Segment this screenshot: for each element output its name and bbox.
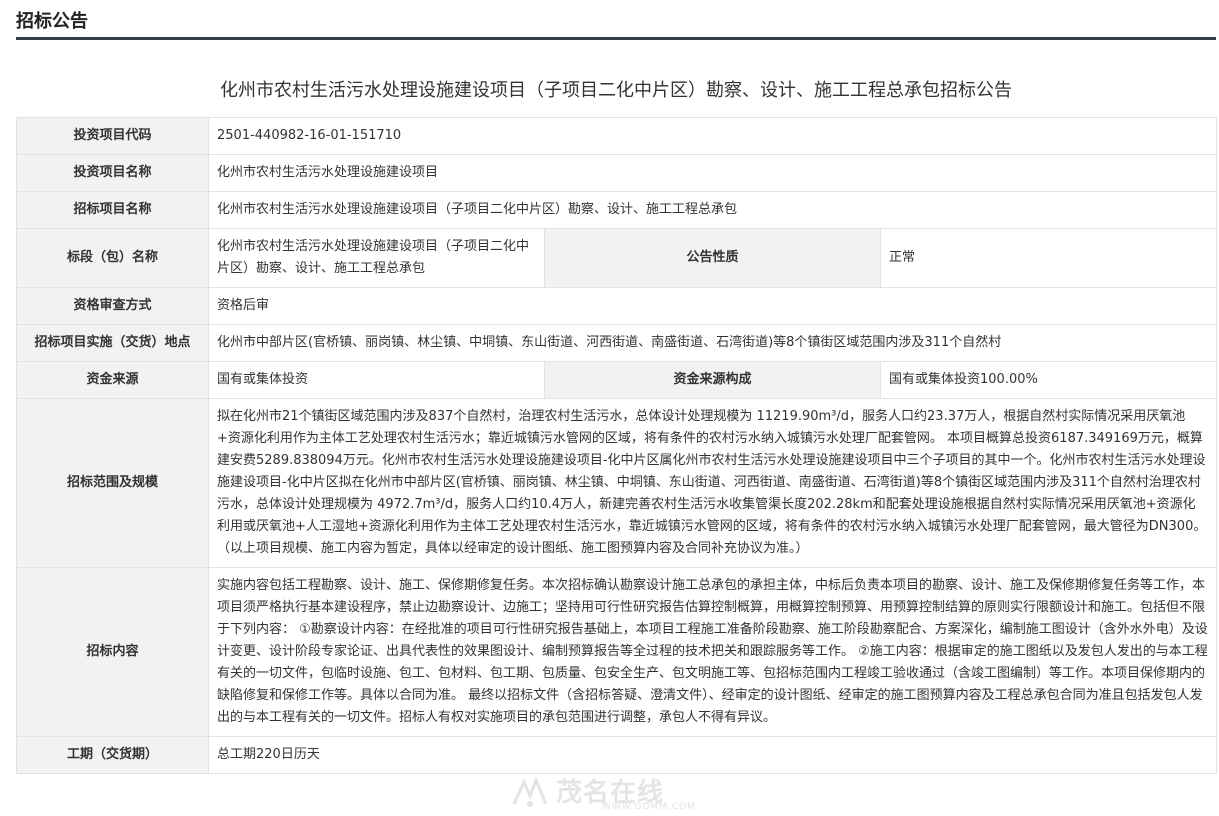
duration-label: 工期（交货期） [16,736,209,774]
notice-nature-value: 正常 [880,228,1217,288]
site-watermark: 茂名在线 WWW.GDMM.COM [510,770,730,816]
row-tender-project-name: 招标项目名称 化州市农村生活污水处理设施建设项目（子项目二化中片区）勘察、设计、… [16,191,1217,229]
funding-source-value: 国有或集体投资 [208,361,545,399]
watermark-url: WWW.GDMM.COM [602,802,696,812]
scope-value: 拟在化州市21个镇街区域范围内涉及837个自然村，治理农村生活污水，总体设计处理… [208,398,1217,568]
page-header: 招标公告 [16,0,1216,40]
location-label: 招标项目实施（交货）地点 [16,324,209,362]
row-project-code: 投资项目代码 2501-440982-16-01-151710 [16,117,1217,155]
project-info-table: 投资项目代码 2501-440982-16-01-151710 投资项目名称 化… [16,117,1217,774]
content-label: 招标内容 [16,567,209,737]
content-value: 实施内容包括工程勘察、设计、施工、保修期修复任务。本次招标确认勘察设计施工总承包… [208,567,1217,737]
qualification-label: 资格审查方式 [16,287,209,325]
row-duration: 工期（交货期） 总工期220日历天 [16,736,1217,774]
row-location: 招标项目实施（交货）地点 化州市中部片区(官桥镇、丽岗镇、林尘镇、中垌镇、东山街… [16,324,1217,362]
duration-value: 总工期220日历天 [208,736,1217,774]
section-name-value: 化州市农村生活污水处理设施建设项目（子项目二化中片区）勘察、设计、施工工程总承包 [208,228,545,288]
notice-nature-label: 公告性质 [544,228,881,288]
tender-project-name-label: 招标项目名称 [16,191,209,229]
row-scope: 招标范围及规模 拟在化州市21个镇街区域范围内涉及837个自然村，治理农村生活污… [16,398,1217,568]
row-qualification: 资格审查方式 资格后审 [16,287,1217,325]
notice-title: 化州市农村生活污水处理设施建设项目（子项目二化中片区）勘察、设计、施工工程总承包… [220,80,1012,101]
section-name-label: 标段（包）名称 [16,228,209,288]
row-content: 招标内容 实施内容包括工程勘察、设计、施工、保修期修复任务。本次招标确认勘察设计… [16,567,1217,737]
row-funding: 资金来源 国有或集体投资 资金来源构成 国有或集体投资100.00% [16,361,1217,399]
project-name-label: 投资项目名称 [16,154,209,192]
row-section-name: 标段（包）名称 化州市农村生活污水处理设施建设项目（子项目二化中片区）勘察、设计… [16,228,1217,288]
funding-composition-label: 资金来源构成 [544,361,881,399]
watermark-logo-text: 茂名在线 [556,778,665,808]
funding-composition-value: 国有或集体投资100.00% [880,361,1217,399]
row-project-name: 投资项目名称 化州市农村生活污水处理设施建设项目 [16,154,1217,192]
scope-label: 招标范围及规模 [16,398,209,568]
watermark-logo-icon [512,776,548,807]
qualification-value: 资格后审 [208,287,1217,325]
location-value: 化州市中部片区(官桥镇、丽岗镇、林尘镇、中垌镇、东山街道、河西街道、南盛街道、石… [208,324,1217,362]
project-name-value: 化州市农村生活污水处理设施建设项目 [208,154,1217,192]
project-code-value: 2501-440982-16-01-151710 [208,117,1217,155]
tender-project-name-value: 化州市农村生活污水处理设施建设项目（子项目二化中片区）勘察、设计、施工工程总承包 [208,191,1217,229]
page-header-title: 招标公告 [16,11,88,32]
project-code-label: 投资项目代码 [16,117,209,155]
funding-source-label: 资金来源 [16,361,209,399]
